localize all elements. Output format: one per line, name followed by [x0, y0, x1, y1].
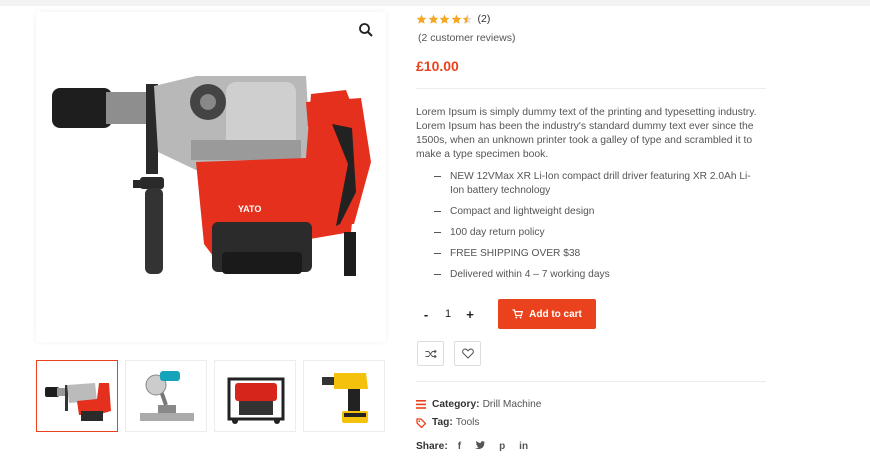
- wishlist-button[interactable]: [454, 341, 481, 366]
- feature-list: NEW 12VMax XR Li-Ion compact drill drive…: [434, 170, 764, 282]
- linkedin-icon[interactable]: in: [519, 441, 528, 452]
- feature-item: 100 day return policy: [434, 226, 764, 240]
- generator-thumb-image: [227, 377, 285, 424]
- heart-icon: [461, 348, 474, 359]
- pinterest-icon[interactable]: p: [499, 441, 505, 452]
- add-to-cart-label: Add to cart: [529, 308, 582, 320]
- product-price: £10.00: [416, 58, 459, 74]
- feature-item: FREE SHIPPING OVER $38: [434, 247, 764, 261]
- rating-row: (2): [416, 12, 490, 26]
- share-row: Share: f p in: [416, 441, 542, 452]
- feature-text: Delivered within 4 – 7 working days: [450, 269, 610, 280]
- tag-link[interactable]: Tools: [456, 417, 480, 428]
- star-icon: [451, 14, 461, 24]
- thumbnail-generator[interactable]: [214, 360, 296, 432]
- quantity-stepper: - 1 +: [416, 301, 486, 327]
- customer-reviews-link[interactable]: (2 customer reviews): [418, 32, 515, 44]
- feature-text: NEW 12VMax XR Li-Ion compact drill drive…: [450, 171, 751, 196]
- quantity-input[interactable]: 1: [436, 308, 460, 320]
- feature-text: 100 day return policy: [450, 227, 545, 238]
- feature-item: Compact and lightweight design: [434, 205, 764, 219]
- feature-text: Compact and lightweight design: [450, 206, 595, 217]
- add-to-cart-button[interactable]: Add to cart: [498, 299, 596, 329]
- product-description: Lorem Ipsum is simply dummy text of the …: [416, 107, 757, 160]
- cart-icon: [512, 309, 524, 319]
- tag-icon: [416, 417, 426, 428]
- tag-label: Tag:: [432, 417, 453, 428]
- search-icon: [359, 23, 373, 37]
- product-summary: (2) (2 customer reviews) £10.00 Lorem Ip…: [416, 0, 772, 457]
- facebook-icon[interactable]: f: [458, 441, 461, 452]
- category-label: Category:: [432, 399, 480, 410]
- zoom-button[interactable]: [358, 22, 374, 38]
- thumbnail-drill[interactable]: [303, 360, 385, 432]
- rotary-hammer-thumb-image: [45, 383, 111, 421]
- category-link[interactable]: Drill Machine: [483, 399, 542, 410]
- divider: [416, 381, 766, 382]
- feature-item: Delivered within 4 – 7 working days: [434, 268, 764, 282]
- miter-saw-thumb-image: [140, 371, 194, 421]
- star-icon: [428, 14, 438, 24]
- rotary-hammer-image: YATO: [52, 76, 371, 276]
- star-rating: [416, 14, 474, 25]
- rating-count: (2): [477, 13, 491, 25]
- star-icon: [439, 14, 450, 24]
- feature-text: FREE SHIPPING OVER $38: [450, 248, 581, 259]
- shuffle-icon: [425, 349, 437, 358]
- brand-logo-text: YATO: [238, 204, 261, 214]
- category-row: Category: Drill Machine: [416, 399, 541, 410]
- list-icon: [416, 400, 426, 409]
- drill-thumb-image: [322, 373, 368, 423]
- star-icon: [416, 14, 427, 24]
- star-icon: [462, 14, 473, 24]
- quantity-increase-button[interactable]: +: [460, 307, 480, 322]
- main-product-image[interactable]: YATO: [36, 12, 386, 342]
- feature-item: NEW 12VMax XR Li-Ion compact drill drive…: [434, 170, 764, 198]
- thumbnail-gallery: [36, 360, 386, 432]
- compare-button[interactable]: [417, 341, 444, 366]
- thumbnail-rotary-hammer[interactable]: [36, 360, 118, 432]
- share-label: Share:: [416, 441, 448, 452]
- divider: [416, 88, 766, 89]
- tag-row: Tag: Tools: [416, 417, 480, 428]
- quantity-decrease-button[interactable]: -: [416, 307, 436, 322]
- thumbnail-miter-saw[interactable]: [125, 360, 207, 432]
- twitter-icon[interactable]: [475, 441, 486, 452]
